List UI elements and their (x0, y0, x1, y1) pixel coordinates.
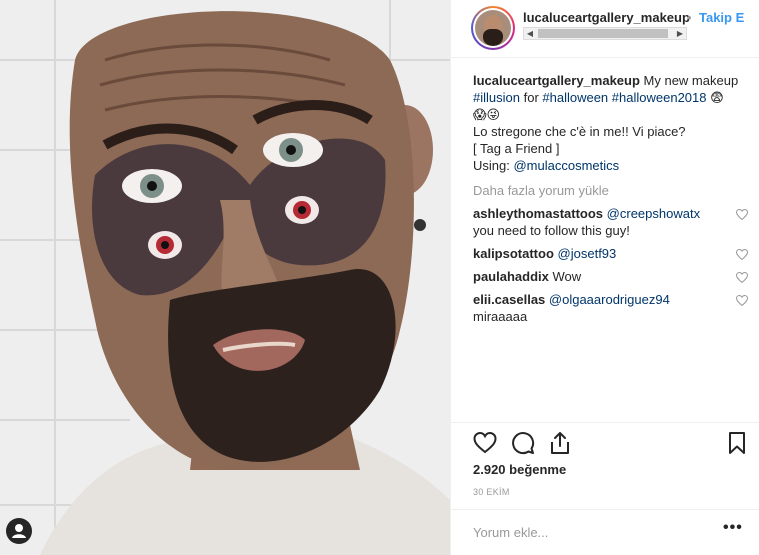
comment-item: paulahaddix Wow (473, 268, 753, 285)
user-tag-icon[interactable] (6, 518, 32, 544)
avatar[interactable] (471, 6, 515, 50)
post-caption: lucaluceartgallery_makeup My new makeup … (473, 72, 753, 174)
heart-icon[interactable] (473, 431, 497, 455)
post-header: lucaluceartgallery_makeup • Takip E ◀ ▶ (451, 0, 759, 58)
add-comment-bar: ••• (451, 509, 759, 555)
caption-line-question: Lo stregone che c'è in me!! Vi piace? (473, 124, 686, 139)
separator-dot: • (687, 10, 692, 25)
comment-item: kalipsotattoo @josetf93 (473, 245, 753, 262)
post-side-panel: lucaluceartgallery_makeup • Takip E ◀ ▶ … (450, 0, 759, 555)
hashtag-halloween2018[interactable]: #halloween2018 (612, 90, 707, 105)
makeup-face-illustration (0, 0, 450, 555)
comment-heart-icon[interactable] (736, 272, 748, 283)
bookmark-icon[interactable] (725, 431, 749, 455)
comment-username[interactable]: ashleythomastattoos (473, 206, 603, 221)
scrollbar-thumb[interactable] (538, 29, 668, 38)
caption-line-tag-friend: [ Tag a Friend ] (473, 141, 560, 156)
comment-mention[interactable]: @creepshowatx (607, 206, 700, 221)
comment-username[interactable]: paulahaddix (473, 269, 549, 284)
caption-emoji-line: 😱😜 (473, 107, 501, 122)
comment-heart-icon[interactable] (736, 209, 748, 220)
caption-using-text: Using: (473, 158, 514, 173)
scroll-right-icon[interactable]: ▶ (674, 28, 686, 39)
load-more-comments-button[interactable]: Daha fazla yorum yükle (473, 182, 753, 199)
follow-button[interactable]: Takip E (699, 10, 744, 25)
post-photo[interactable] (0, 0, 450, 555)
more-options-button[interactable]: ••• (723, 520, 743, 541)
scroll-left-icon[interactable]: ◀ (524, 28, 536, 39)
post-date[interactable]: 30 EKİM (473, 487, 510, 497)
comment-icon[interactable] (511, 431, 535, 455)
post-actions: 2.920 beğenme 30 EKİM (451, 422, 759, 517)
share-icon[interactable] (548, 431, 572, 455)
comment-text: Wow (552, 269, 582, 284)
comment-heart-icon[interactable] (736, 295, 748, 306)
fearful-emoji: 😨 (710, 90, 724, 105)
hashtag-halloween[interactable]: #halloween (542, 90, 608, 105)
comment-text: you need to follow this guy! (473, 223, 630, 238)
comments-section: lucaluceartgallery_makeup My new makeup … (473, 72, 753, 325)
caption-username[interactable]: lucaluceartgallery_makeup (473, 73, 640, 88)
caption-text: My new makeup (639, 73, 739, 88)
comment-text: miraaaaa (473, 309, 528, 324)
comment-mention[interactable]: @olgaaarodriguez94 (549, 292, 670, 307)
comment-mention[interactable]: @josetf93 (558, 246, 617, 261)
hashtag-illusion[interactable]: #illusion (473, 90, 520, 105)
comment-username[interactable]: elii.casellas (473, 292, 545, 307)
comment-item: ashleythomastattoos @creepshowatx you ne… (473, 205, 753, 239)
username-link[interactable]: lucaluceartgallery_makeup (523, 10, 690, 25)
likes-count[interactable]: 2.920 beğenme (473, 462, 566, 477)
mention-mulaccosmetics[interactable]: @mulaccosmetics (513, 158, 619, 173)
caption-for-text: for (519, 90, 543, 105)
comment-input[interactable] (473, 521, 703, 543)
horizontal-scrollbar[interactable]: ◀ ▶ (523, 27, 687, 40)
comment-username[interactable]: kalipsotattoo (473, 246, 554, 261)
comment-heart-icon[interactable] (736, 249, 748, 260)
comment-item: elii.casellas @olgaaarodriguez94 miraaaa… (473, 291, 753, 325)
